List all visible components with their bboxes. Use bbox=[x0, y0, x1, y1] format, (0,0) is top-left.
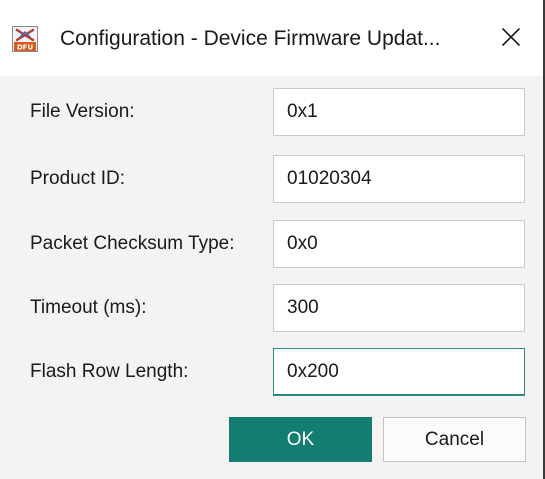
packet-checksum-type-input[interactable] bbox=[273, 220, 525, 268]
file-version-input[interactable] bbox=[273, 88, 525, 136]
title-bar: DFU Configuration - Device Firmware Upda… bbox=[0, 0, 543, 76]
ok-button[interactable]: OK bbox=[229, 417, 372, 462]
timeout-label: Timeout (ms): bbox=[30, 297, 147, 318]
file-version-label: File Version: bbox=[30, 101, 135, 122]
form-row-packet-checksum-type: Packet Checksum Type: bbox=[0, 220, 543, 268]
window-title: Configuration - Device Firmware Updat... bbox=[60, 27, 441, 50]
timeout-input[interactable] bbox=[273, 284, 525, 332]
form-row-product-id: Product ID: bbox=[0, 155, 543, 203]
product-id-input[interactable] bbox=[273, 155, 525, 203]
form-row-flash-row-length: Flash Row Length: bbox=[0, 348, 543, 396]
form-row-timeout: Timeout (ms): bbox=[0, 284, 543, 332]
form-row-file-version: File Version: bbox=[0, 88, 543, 136]
packet-checksum-type-label: Packet Checksum Type: bbox=[30, 233, 235, 254]
flash-row-length-label: Flash Row Length: bbox=[30, 361, 189, 382]
dfu-icon: DFU bbox=[12, 26, 38, 52]
cancel-button[interactable]: Cancel bbox=[383, 417, 526, 462]
configuration-dialog: DFU Configuration - Device Firmware Upda… bbox=[0, 0, 545, 479]
close-icon bbox=[501, 27, 521, 52]
product-id-label: Product ID: bbox=[30, 168, 126, 189]
close-button[interactable] bbox=[493, 22, 529, 56]
dfu-icon-text: DFU bbox=[17, 44, 34, 52]
flash-row-length-input[interactable] bbox=[273, 348, 525, 396]
